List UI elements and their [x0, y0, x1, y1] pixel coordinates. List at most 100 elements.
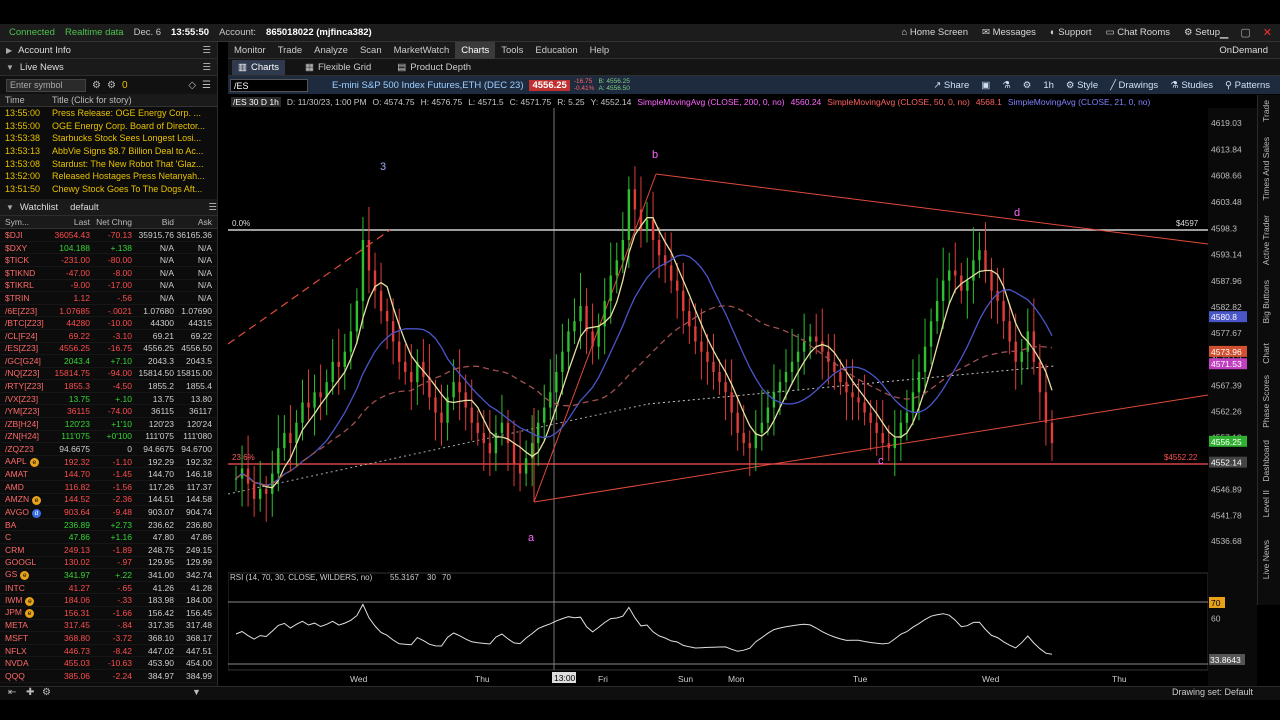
chevron-down-icon[interactable]: ▼	[6, 203, 14, 212]
wl-symbol[interactable]: $TICK	[0, 255, 50, 265]
watchlist-row[interactable]: GOOGL 130.02 -.97 129.95 129.99	[0, 557, 217, 570]
news-item[interactable]: 13:55:00 Press Release: OGE Energy Corp. …	[0, 107, 217, 120]
wl-symbol[interactable]: CRM	[0, 545, 50, 555]
wl-symbol[interactable]: GS e	[0, 569, 50, 581]
wl-symbol[interactable]: GOOGL	[0, 557, 50, 567]
share-button[interactable]: ↗ Share	[933, 80, 969, 91]
watchlist-row[interactable]: AMAT 144.70 -1.45 144.70 146.18	[0, 468, 217, 482]
col-last[interactable]: Last	[50, 217, 90, 227]
watchlist-row[interactable]: BA 236.89 +2.73 236.62 236.80	[0, 519, 217, 532]
watchlist-row[interactable]: $TICK -231.00 -80.00 N/A N/A	[0, 254, 217, 267]
news-item[interactable]: 13:53:38 Starbucks Stock Sees Longest Los…	[0, 132, 217, 145]
side-tab-level-ii[interactable]: Level II	[1261, 490, 1271, 517]
wl-symbol[interactable]: AVGO d	[0, 507, 50, 518]
style-button[interactable]: ⚙ Style	[1066, 80, 1098, 91]
restore-icon[interactable]: ▢	[1240, 26, 1250, 39]
home-screen-link[interactable]: ⌂ Home Screen	[902, 27, 968, 38]
wl-symbol[interactable]: QQQ	[0, 671, 50, 681]
patterns-button[interactable]: ⚲ Patterns	[1225, 80, 1270, 91]
col-symbol[interactable]: Sym...	[0, 217, 50, 227]
watchlist-row[interactable]: GS e 341.97 +.22 341.00 342.74	[0, 569, 217, 582]
tab-charts[interactable]: ▥ Charts	[232, 59, 285, 75]
wl-symbol[interactable]: $TIKRL	[0, 280, 50, 290]
wl-symbol[interactable]: AMZN e	[0, 494, 50, 505]
watchlist-row[interactable]: $TRIN 1.12 -.56 N/A N/A	[0, 292, 217, 305]
wl-symbol[interactable]: AAPL e	[0, 456, 50, 468]
news-title[interactable]: OGE Energy Corp. Board of Director...	[52, 121, 217, 131]
col-net-change[interactable]: Net Chng	[90, 217, 132, 227]
wl-symbol[interactable]: JPM e	[0, 607, 50, 619]
news-item[interactable]: 13:53:08 Stardust: The New Robot That 'Gl…	[0, 157, 217, 170]
ondemand-button[interactable]: OnDemand	[1219, 45, 1268, 56]
tab-flexible-grid[interactable]: ▦ Flexible Grid	[299, 60, 377, 75]
news-title[interactable]: Starbucks Stock Sees Longest Losi...	[52, 133, 217, 143]
news-col-title[interactable]: Title (Click for story)	[52, 95, 132, 105]
watchlist-row[interactable]: /YM[Z23] 36115 -74.00 36115 36117	[0, 405, 217, 419]
wl-symbol[interactable]: $TIKND	[0, 268, 50, 278]
wl-symbol[interactable]: /GC[G24]	[0, 356, 50, 366]
wl-symbol[interactable]: INTC	[0, 583, 50, 593]
news-item[interactable]: 13:52:00 Released Hostages Press Netanyah…	[0, 170, 217, 183]
menu-scan[interactable]: Scan	[354, 42, 388, 59]
wl-symbol[interactable]: NVDA	[0, 658, 50, 668]
wl-symbol[interactable]: /BTC[Z23]	[0, 318, 50, 328]
watchlist-row[interactable]: AMZN e 144.52 -2.36 144.51 144.58	[0, 494, 217, 507]
watchlist-row[interactable]: $DJI 36054.43 -70.13 35915.76 36165.36	[0, 229, 217, 242]
wl-symbol[interactable]: /CL[F24]	[0, 331, 50, 341]
flask-icon[interactable]: ⚗	[1002, 80, 1011, 91]
wl-symbol[interactable]: /6E[Z23]	[0, 306, 50, 316]
menu-analyze[interactable]: Analyze	[308, 42, 354, 59]
wl-symbol[interactable]: $DJI	[0, 230, 50, 240]
wl-symbol[interactable]: $TRIN	[0, 293, 50, 303]
watchlist-row[interactable]: /BTC[Z23] 44280 -10.00 44300 44315	[0, 317, 217, 330]
side-tab-chart[interactable]: Chart	[1261, 343, 1271, 364]
symbol-selector[interactable]: /ES	[230, 78, 308, 92]
news-col-time[interactable]: Time	[0, 95, 52, 105]
tag-icon[interactable]: ◇	[188, 80, 196, 91]
gear-icon[interactable]: ⚙	[1023, 80, 1032, 91]
gear-icon[interactable]: ⚙	[92, 80, 101, 91]
watchlist-row[interactable]: /NQ[Z23] 15814.75 -94.00 15814.50 15815.00	[0, 368, 217, 381]
side-tab-phase-scores[interactable]: Phase Scores	[1261, 375, 1271, 428]
watchlist-row[interactable]: QQQ 385.06 -2.24 384.97 384.99	[0, 670, 217, 683]
side-tab-big-buttons[interactable]: Big Buttons	[1261, 280, 1271, 323]
wl-symbol[interactable]: /VX[Z23]	[0, 394, 50, 404]
watchlist-row[interactable]: $TIKRL -9.00 -17.00 N/A N/A	[0, 280, 217, 293]
side-tab-trade[interactable]: Trade	[1261, 100, 1271, 122]
watchlist-row[interactable]: MSFT 368.80 -3.72 368.10 368.17	[0, 632, 217, 645]
wl-symbol[interactable]: IWM e	[0, 595, 50, 606]
wl-symbol[interactable]: MSFT	[0, 633, 50, 643]
timeframe-button[interactable]: 1h	[1043, 80, 1054, 91]
watchlist-row[interactable]: AVGO d 903.64 -9.48 903.07 904.74	[0, 506, 217, 519]
messages-link[interactable]: ✉ Messages	[982, 27, 1036, 38]
drawings-button[interactable]: ╱ Drawings	[1110, 80, 1158, 91]
price-chart[interactable]: 4619.03 4613.84 4608.66 4603.48 4598.3 4593.1…	[228, 108, 1257, 686]
wl-symbol[interactable]: /ZQZ23	[0, 444, 50, 454]
watchlist-row[interactable]: C 47.86 +1.16 47.80 47.86	[0, 531, 217, 544]
live-news-header[interactable]: ▼ Live News ☰	[0, 59, 217, 76]
watchlist-row[interactable]: CRM 249.13 -1.89 248.75 249.15	[0, 544, 217, 557]
news-title[interactable]: Press Release: OGE Energy Corp. ...	[52, 108, 217, 118]
news-title[interactable]: Chewy Stock Goes To The Dogs Aft...	[52, 184, 217, 194]
menu-icon[interactable]: ☰	[202, 80, 211, 91]
wl-symbol[interactable]: AMAT	[0, 469, 50, 479]
col-bid[interactable]: Bid	[132, 217, 174, 227]
menu-education[interactable]: Education	[529, 42, 583, 59]
enter-symbol-input[interactable]: Enter symbol	[6, 78, 86, 92]
menu-trade[interactable]: Trade	[272, 42, 308, 59]
news-title[interactable]: Stardust: The New Robot That 'Glaz...	[52, 159, 217, 169]
watchlist-row[interactable]: META 317.45 -.84 317.35 317.48	[0, 620, 217, 633]
wl-symbol[interactable]: BA	[0, 520, 50, 530]
sma21-label[interactable]: SimpleMovingAvg (CLOSE, 21, 0, no)	[1008, 97, 1151, 107]
side-tab-times-and-sales[interactable]: Times And Sales	[1261, 137, 1271, 200]
menu-monitor[interactable]: Monitor	[228, 42, 272, 59]
col-ask[interactable]: Ask	[174, 217, 212, 227]
news-item[interactable]: 13:55:00 OGE Energy Corp. Board of Direct…	[0, 120, 217, 133]
watchlist-row[interactable]: /6E[Z23] 1.07685 -.0021 1.07680 1.07690	[0, 305, 217, 318]
watchlist-row[interactable]: $DXY 104.188 +.138 N/A N/A	[0, 242, 217, 255]
news-title[interactable]: Released Hostages Press Netanyah...	[52, 171, 217, 181]
wl-symbol[interactable]: AMD	[0, 482, 50, 492]
wl-symbol[interactable]: NFLX	[0, 646, 50, 656]
menu-icon[interactable]: ☰	[202, 45, 211, 56]
settings-icon[interactable]: ⚙	[107, 80, 116, 91]
